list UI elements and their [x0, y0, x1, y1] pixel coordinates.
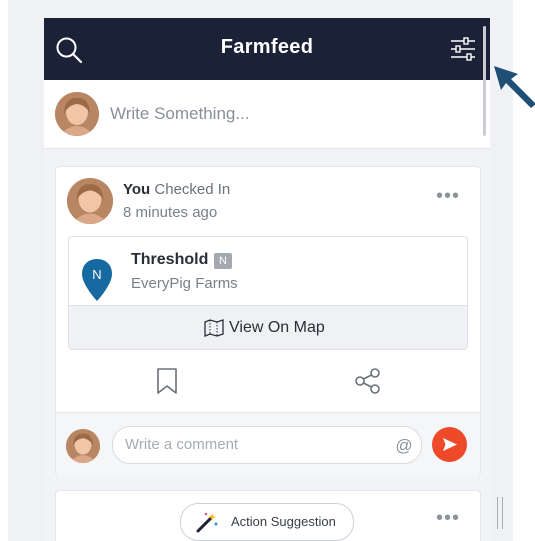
composer-placeholder: Write Something...: [110, 104, 250, 123]
top-bar: Farmfeed: [44, 18, 490, 80]
farmfeed-app: Farmfeed Write Something... You Checked …: [44, 18, 490, 541]
view-on-map-button[interactable]: View On Map: [69, 305, 467, 349]
wand-icon: [195, 511, 219, 533]
page-title: Farmfeed: [220, 36, 314, 58]
checkin-location-box: N Threshold N EveryPig Farms View On Map: [68, 236, 468, 350]
comment-input[interactable]: Write a comment @: [112, 426, 422, 464]
pin-icon: N: [80, 257, 114, 303]
post-header: You Checked In: [123, 181, 230, 198]
more-options-button[interactable]: •••: [436, 185, 460, 208]
post-action: Checked In: [154, 181, 231, 198]
filter-icon[interactable]: [448, 36, 478, 62]
avatar: [55, 92, 99, 136]
mention-icon[interactable]: @: [393, 435, 415, 457]
comment-placeholder: Write a comment: [125, 436, 239, 453]
view-on-map-label: View On Map: [229, 319, 325, 336]
map-icon: [204, 319, 224, 337]
farm-name[interactable]: Threshold: [131, 251, 208, 269]
avatar: [66, 429, 100, 463]
post-composer[interactable]: Write Something...: [44, 80, 490, 149]
farm-type-badge: N: [214, 253, 232, 269]
checkin-post-card: You Checked In 8 minutes ago ••• N Thres…: [55, 166, 481, 476]
send-button[interactable]: [432, 427, 467, 462]
bookmark-icon[interactable]: [155, 367, 179, 395]
post-author: You: [123, 181, 151, 198]
more-options-button[interactable]: •••: [436, 507, 460, 530]
post-timestamp: 8 minutes ago: [123, 204, 218, 221]
action-suggestion-button[interactable]: Action Suggestion: [180, 503, 354, 541]
resize-handle[interactable]: [497, 497, 505, 529]
screenshot-canvas: Farmfeed Write Something... You Checked …: [0, 0, 535, 541]
send-icon: [443, 438, 457, 451]
avatar: [67, 178, 113, 224]
scrollbar-thumb[interactable]: [483, 26, 486, 136]
pin-letter: N: [92, 267, 101, 282]
share-icon[interactable]: [354, 367, 382, 395]
farm-company: EveryPig Farms: [131, 275, 238, 292]
comment-row: Write a comment @: [56, 412, 480, 476]
next-post-card: Action Suggestion •••: [55, 490, 481, 541]
pointer-arrow-icon: [494, 66, 535, 108]
action-suggestion-label: Action Suggestion: [231, 514, 336, 529]
post-actions: [56, 363, 480, 403]
